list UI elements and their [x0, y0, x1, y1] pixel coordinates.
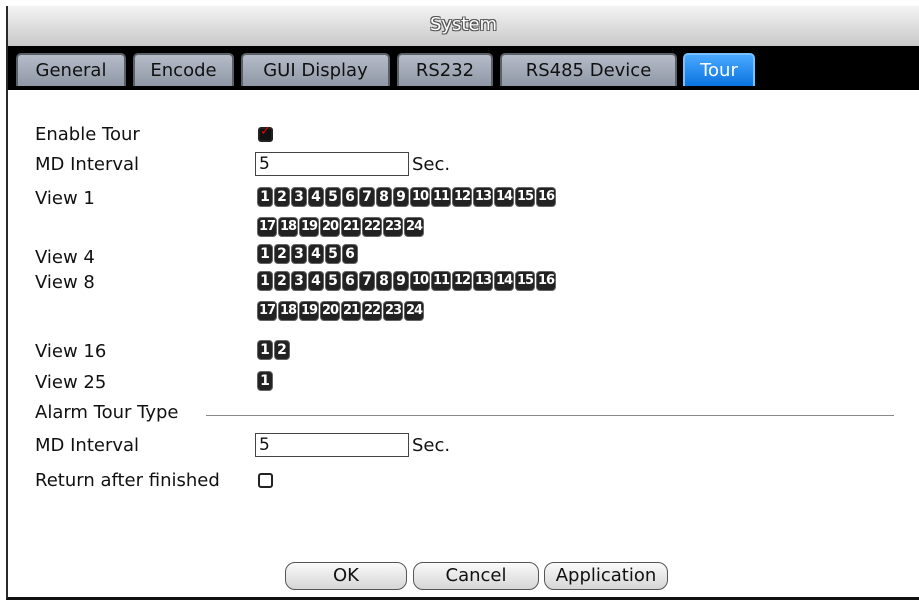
ok-button[interactable]: OK — [285, 562, 407, 590]
view1-channel-15-button[interactable]: 15 — [515, 187, 535, 207]
view1-channel-14-button[interactable]: 14 — [494, 187, 514, 207]
view1-channel-21-button[interactable]: 21 — [341, 217, 361, 237]
view1-channels-row1: 1 2 3 4 5 6 7 8 9 10 11 12 13 14 15 16 — [257, 187, 556, 207]
enable-tour-label: Enable Tour — [35, 124, 140, 145]
view1-channel-1-button[interactable]: 1 — [257, 187, 273, 207]
view1-channel-11-button[interactable]: 11 — [431, 187, 451, 207]
view8-channel-22-button[interactable]: 22 — [362, 301, 382, 321]
view8-channel-5-button[interactable]: 5 — [325, 271, 341, 291]
view1-channel-23-button[interactable]: 23 — [383, 217, 403, 237]
view1-channel-22-button[interactable]: 22 — [362, 217, 382, 237]
view8-channel-10-button[interactable]: 10 — [410, 271, 430, 291]
alarm-md-interval-unit: Sec. — [412, 435, 451, 456]
view1-channel-6-button[interactable]: 6 — [342, 187, 358, 207]
view8-channel-4-button[interactable]: 4 — [308, 271, 324, 291]
view1-channel-2-button[interactable]: 2 — [274, 187, 290, 207]
tour-settings-panel: Enable Tour ✓ MD Interval 5 Sec. View 1 … — [8, 90, 919, 597]
view1-channel-9-button[interactable]: 9 — [393, 187, 409, 207]
view8-channel-13-button[interactable]: 13 — [473, 271, 493, 291]
view1-channel-19-button[interactable]: 19 — [299, 217, 319, 237]
view8-channel-1-button[interactable]: 1 — [257, 271, 273, 291]
check-icon: ✓ — [260, 124, 271, 139]
view1-channel-16-button[interactable]: 16 — [536, 187, 556, 207]
view8-channel-6-button[interactable]: 6 — [342, 271, 358, 291]
view1-channel-8-button[interactable]: 8 — [376, 187, 392, 207]
view16-channels: 12 — [257, 340, 290, 360]
view8-channel-12-button[interactable]: 12 — [452, 271, 472, 291]
md-interval-label: MD Interval — [35, 154, 140, 175]
view1-channel-17-button[interactable]: 17 — [257, 217, 277, 237]
alarm-tour-type-label: Alarm Tour Type — [35, 402, 179, 423]
application-button[interactable]: Application — [544, 562, 668, 590]
tab-general[interactable]: General — [16, 53, 126, 86]
view8-channel-7-button[interactable]: 7 — [359, 271, 375, 291]
view4-channel-1-button[interactable]: 1 — [257, 244, 273, 264]
view4-channel-2-button[interactable]: 2 — [274, 244, 290, 264]
view4-channel-4-button[interactable]: 4 — [308, 244, 324, 264]
view4-channel-5-button[interactable]: 5 — [325, 244, 341, 264]
view16-label: View 16 — [35, 341, 107, 362]
view8-channels-row1: 1 2 3 4 5 6 7 8 9 10 11 12 13 14 15 16 — [257, 271, 556, 291]
view1-channel-5-button[interactable]: 5 — [325, 187, 341, 207]
tab-rs485-device[interactable]: RS485 Device — [500, 53, 677, 86]
view4-channel-3-button[interactable]: 3 — [291, 244, 307, 264]
view8-channel-15-button[interactable]: 15 — [515, 271, 535, 291]
view8-channels-row2: 17 18 19 20 21 22 23 24 — [257, 301, 424, 321]
tab-bar: General Encode GUI Display RS232 RS485 D… — [8, 46, 919, 90]
md-interval-unit: Sec. — [412, 154, 451, 175]
view8-channel-20-button[interactable]: 20 — [320, 301, 340, 321]
tab-gui-display[interactable]: GUI Display — [241, 53, 390, 86]
return-after-finished-label: Return after finished — [35, 470, 220, 491]
md-interval-input[interactable]: 5 — [255, 152, 409, 176]
alarm-md-interval-input[interactable]: 5 — [255, 433, 409, 457]
view4-label: View 4 — [35, 247, 95, 268]
view1-channel-12-button[interactable]: 12 — [452, 187, 472, 207]
view8-channel-3-button[interactable]: 3 — [291, 271, 307, 291]
view8-channel-23-button[interactable]: 23 — [383, 301, 403, 321]
view8-channel-9-button[interactable]: 9 — [393, 271, 409, 291]
system-dialog: System General Encode GUI Display RS232 … — [6, 6, 919, 600]
view8-channel-19-button[interactable]: 19 — [299, 301, 319, 321]
dialog-title: System — [8, 6, 919, 46]
view8-label: View 8 — [35, 272, 95, 293]
view4-channels: 123456 — [257, 244, 358, 264]
view8-channel-16-button[interactable]: 16 — [536, 271, 556, 291]
return-after-finished-checkbox[interactable] — [258, 473, 273, 488]
view4-channel-6-button[interactable]: 6 — [342, 244, 358, 264]
view1-channel-7-button[interactable]: 7 — [359, 187, 375, 207]
enable-tour-checkbox[interactable]: ✓ — [258, 124, 273, 142]
tab-encode[interactable]: Encode — [133, 53, 234, 86]
alarm-md-interval-label: MD Interval — [35, 435, 140, 456]
view1-channel-24-button[interactable]: 24 — [404, 217, 424, 237]
view25-channel-1-button[interactable]: 1 — [257, 371, 273, 391]
view1-channel-20-button[interactable]: 20 — [320, 217, 340, 237]
view8-channel-8-button[interactable]: 8 — [376, 271, 392, 291]
view8-channel-24-button[interactable]: 24 — [404, 301, 424, 321]
view16-channel-1-button[interactable]: 1 — [257, 340, 273, 360]
view1-channel-3-button[interactable]: 3 — [291, 187, 307, 207]
cancel-button[interactable]: Cancel — [413, 562, 539, 590]
view8-channel-17-button[interactable]: 17 — [257, 301, 277, 321]
view8-channel-2-button[interactable]: 2 — [274, 271, 290, 291]
tab-rs232[interactable]: RS232 — [397, 53, 493, 86]
view16-channel-2-button[interactable]: 2 — [274, 340, 290, 360]
view8-channel-14-button[interactable]: 14 — [494, 271, 514, 291]
view1-channel-4-button[interactable]: 4 — [308, 187, 324, 207]
view1-channel-18-button[interactable]: 18 — [278, 217, 298, 237]
view8-channel-18-button[interactable]: 18 — [278, 301, 298, 321]
view1-label: View 1 — [35, 188, 95, 209]
view25-label: View 25 — [35, 372, 107, 393]
view1-channel-10-button[interactable]: 10 — [410, 187, 430, 207]
tab-tour[interactable]: Tour — [683, 53, 755, 86]
view8-channel-21-button[interactable]: 21 — [341, 301, 361, 321]
view1-channels-row2: 17 18 19 20 21 22 23 24 — [257, 217, 424, 237]
view1-channel-13-button[interactable]: 13 — [473, 187, 493, 207]
view8-channel-11-button[interactable]: 11 — [431, 271, 451, 291]
section-divider — [206, 415, 894, 416]
view25-channels: 1 — [257, 371, 273, 391]
